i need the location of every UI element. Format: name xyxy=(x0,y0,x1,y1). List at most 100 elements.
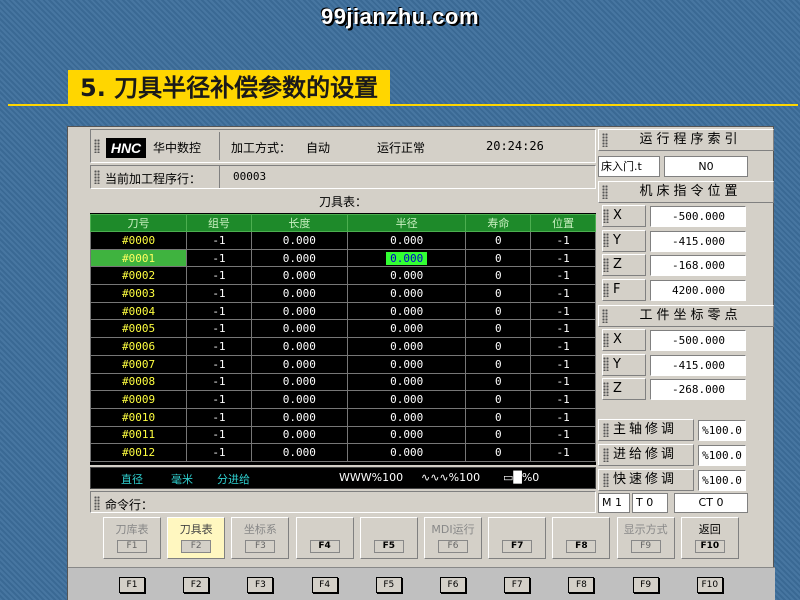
table-row[interactable]: #0004 -1 0.000 0.000 0 -1 xyxy=(89,301,596,321)
table-cell[interactable]: -1 xyxy=(530,319,596,339)
table-cell[interactable]: -1 xyxy=(186,425,252,445)
table-cell[interactable]: 0.000 xyxy=(346,354,467,374)
table-row[interactable]: #0009 -1 0.000 0.000 0 -1 xyxy=(89,390,596,409)
function-key-f10[interactable]: F10 xyxy=(696,577,723,593)
function-key-f6[interactable]: F6 xyxy=(440,577,466,593)
table-row[interactable]: #0008 -1 0.000 0.000 0 -1 xyxy=(89,372,596,392)
table-cell[interactable]: 0 xyxy=(465,443,532,462)
tool-number-cell[interactable]: #0002 xyxy=(89,266,188,286)
table-row[interactable]: #0011 -1 0.000 0.000 0 -1 xyxy=(89,425,596,445)
table-cell[interactable]: 0.000 xyxy=(346,231,467,250)
softkey-f1[interactable]: 刀库表 F1 xyxy=(103,517,161,559)
table-cell[interactable]: 0.000 xyxy=(346,248,467,268)
table-row[interactable]: #0000 -1 0.000 0.000 0 -1 xyxy=(89,231,596,250)
table-cell[interactable]: 0 xyxy=(465,301,532,321)
function-key-f2[interactable]: F2 xyxy=(183,577,210,593)
table-cell[interactable]: -1 xyxy=(186,390,252,409)
table-cell[interactable]: 0.000 xyxy=(346,284,467,303)
table-cell[interactable]: 0.000 xyxy=(346,390,467,409)
table-cell[interactable]: 0.000 xyxy=(250,372,348,392)
table-cell[interactable]: -1 xyxy=(530,266,596,286)
function-key-f9[interactable]: F9 xyxy=(632,577,659,593)
table-cell[interactable]: 0.000 xyxy=(346,337,467,356)
table-cell[interactable]: 0 xyxy=(465,248,532,268)
tool-number-cell[interactable]: #0007 xyxy=(89,354,188,374)
table-cell[interactable]: 0 xyxy=(465,372,532,392)
table-cell[interactable]: 0.000 xyxy=(250,231,348,250)
table-row[interactable]: #0012 -1 0.000 0.000 0 -1 xyxy=(89,443,596,462)
tool-number-cell[interactable]: #0012 xyxy=(89,443,188,462)
radius-edit-field[interactable]: 0.000 xyxy=(386,251,428,265)
softkey-f4[interactable]: F4 xyxy=(295,517,354,559)
table-cell[interactable]: -1 xyxy=(186,354,252,374)
table-cell[interactable]: 0.000 xyxy=(250,266,348,286)
tool-number-cell[interactable]: #0011 xyxy=(89,425,188,445)
table-cell[interactable]: -1 xyxy=(530,337,596,356)
table-row[interactable]: #0005 -1 0.000 0.000 0 -1 xyxy=(89,319,596,339)
table-cell[interactable]: -1 xyxy=(530,284,596,303)
table-cell[interactable]: 0 xyxy=(465,425,532,445)
tool-number-cell[interactable]: #0001 xyxy=(89,248,188,268)
table-cell[interactable]: 0.000 xyxy=(250,390,348,409)
table-cell[interactable]: -1 xyxy=(186,319,252,339)
table-row[interactable]: #0006 -1 0.000 0.000 0 -1 xyxy=(89,337,596,356)
table-cell[interactable]: 0.000 xyxy=(250,354,348,374)
table-cell[interactable]: 0 xyxy=(465,231,532,250)
tool-number-cell[interactable]: #0000 xyxy=(89,231,188,250)
function-key-f4[interactable]: F4 xyxy=(311,577,338,593)
softkey-f7[interactable]: F7 xyxy=(488,517,547,559)
table-row[interactable]: #0003 -1 0.000 0.000 0 -1 xyxy=(89,284,596,303)
table-cell[interactable]: -1 xyxy=(186,443,252,462)
table-cell[interactable]: -1 xyxy=(530,407,596,427)
command-line[interactable]: 命令行： xyxy=(90,491,596,513)
table-cell[interactable]: -1 xyxy=(186,284,252,303)
tool-number-cell[interactable]: #0003 xyxy=(89,284,188,303)
table-cell[interactable]: 0 xyxy=(465,266,532,286)
function-key-f7[interactable]: F7 xyxy=(504,577,531,593)
table-cell[interactable]: -1 xyxy=(530,231,596,250)
table-cell[interactable]: 0 xyxy=(465,354,532,374)
table-cell[interactable]: 0.000 xyxy=(250,319,348,339)
table-cell[interactable]: -1 xyxy=(186,407,252,427)
table-cell[interactable]: 0.000 xyxy=(250,407,348,427)
table-cell[interactable]: 0.000 xyxy=(250,248,348,268)
function-key-f1[interactable]: F1 xyxy=(119,577,145,593)
function-key-f8[interactable]: F8 xyxy=(568,577,595,593)
table-row[interactable]: #0010 -1 0.000 0.000 0 -1 xyxy=(89,407,596,427)
tool-number-cell[interactable]: #0004 xyxy=(89,301,188,321)
table-cell[interactable]: 0.000 xyxy=(346,407,467,427)
table-row[interactable]: #0001 -1 0.000 0.000 0 -1 xyxy=(89,248,596,268)
tool-number-cell[interactable]: #0006 xyxy=(89,337,188,356)
table-cell[interactable]: 0.000 xyxy=(250,301,348,321)
table-cell[interactable]: 0 xyxy=(465,337,532,356)
function-key-f3[interactable]: F3 xyxy=(247,577,274,593)
table-cell[interactable]: -1 xyxy=(186,266,252,286)
table-cell[interactable]: -1 xyxy=(186,248,252,268)
table-cell[interactable]: -1 xyxy=(530,372,596,392)
table-cell[interactable]: 0.000 xyxy=(346,301,467,321)
table-row[interactable]: #0007 -1 0.000 0.000 0 -1 xyxy=(89,354,596,374)
table-cell[interactable]: -1 xyxy=(530,248,596,268)
tool-number-cell[interactable]: #0005 xyxy=(89,319,188,339)
table-cell[interactable]: -1 xyxy=(186,231,252,250)
table-cell[interactable]: 0 xyxy=(465,284,532,303)
softkey-f6[interactable]: MDI运行 F6 xyxy=(424,517,482,559)
table-cell[interactable]: 0.000 xyxy=(250,443,348,462)
softkey-f2[interactable]: 刀具表 F2 xyxy=(167,517,226,559)
table-cell[interactable]: 0.000 xyxy=(346,372,467,392)
table-row[interactable]: #0002 -1 0.000 0.000 0 -1 xyxy=(89,266,596,286)
table-cell[interactable]: 0.000 xyxy=(250,337,348,356)
tool-number-cell[interactable]: #0009 xyxy=(89,390,188,409)
softkey-f9[interactable]: 显示方式 F9 xyxy=(616,517,675,559)
softkey-f10[interactable]: 返回 F10 xyxy=(680,517,739,559)
table-cell[interactable]: 0.000 xyxy=(250,284,348,303)
softkey-f8[interactable]: F8 xyxy=(552,517,611,559)
table-cell[interactable]: -1 xyxy=(530,390,596,409)
table-cell[interactable]: 0 xyxy=(465,390,532,409)
softkey-f5[interactable]: F5 xyxy=(359,517,418,559)
table-cell[interactable]: -1 xyxy=(186,372,252,392)
table-cell[interactable]: -1 xyxy=(530,354,596,374)
table-cell[interactable]: 0 xyxy=(465,407,532,427)
table-cell[interactable]: 0.000 xyxy=(346,443,467,462)
table-cell[interactable]: 0.000 xyxy=(346,319,467,339)
